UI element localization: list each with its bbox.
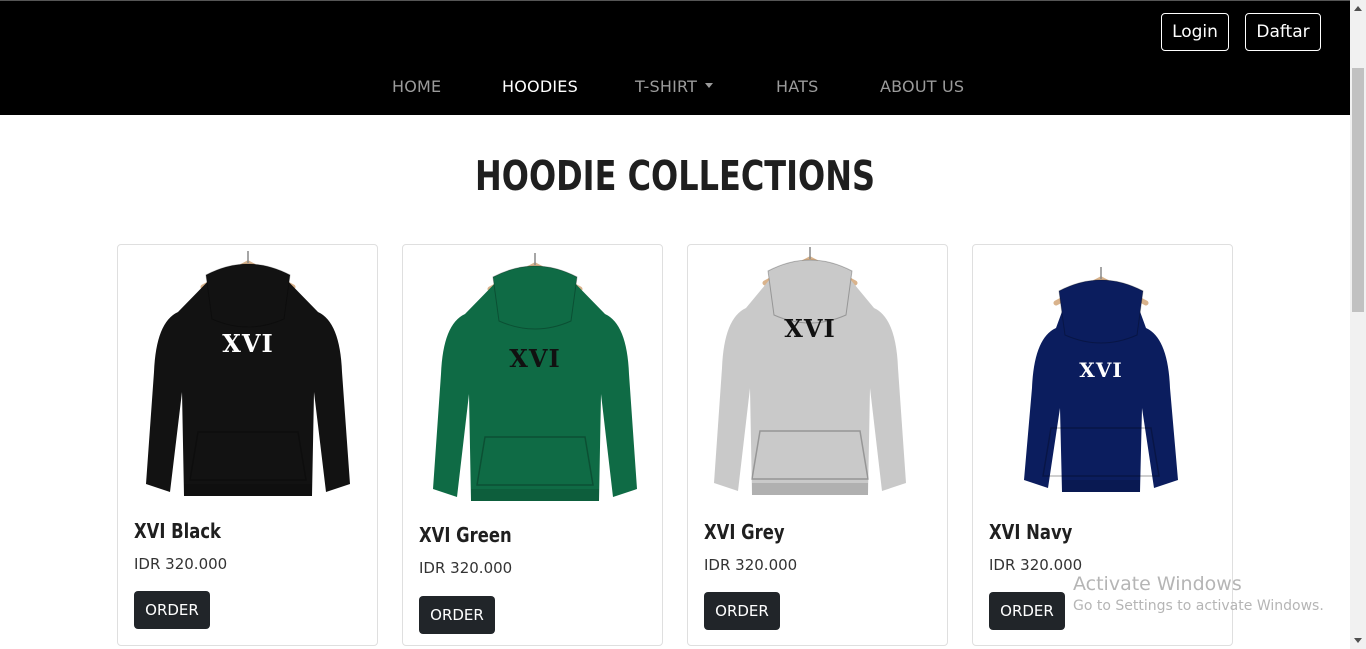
nav-tshirt-label: T-SHIRT	[635, 77, 698, 96]
scroll-up-arrow-icon[interactable]	[1354, 6, 1362, 11]
product-price: IDR 320.000	[134, 555, 228, 573]
hoodie-navy-image: XVI	[1024, 267, 1178, 492]
nav-home-label: HOME	[392, 77, 442, 96]
nav-hats-label: HATS	[776, 77, 819, 96]
nav-hoodies[interactable]: HOODIES	[502, 77, 578, 96]
hoodie-logo: XVI	[509, 344, 560, 373]
top-navbar: Login Daftar HOME HOODIES T-SHIRT HATS A…	[0, 0, 1350, 115]
register-button[interactable]: Daftar	[1245, 13, 1321, 51]
nav-hoodies-label: HOODIES	[502, 77, 578, 96]
scroll-down-arrow-icon[interactable]	[1354, 638, 1362, 643]
hoodie-hem	[752, 483, 868, 495]
hoodie-hem	[1062, 480, 1140, 492]
caret-down-icon	[705, 83, 714, 88]
nav-hats[interactable]: HATS	[776, 77, 818, 96]
activate-windows-subtitle: Go to Settings to activate Windows.	[1073, 598, 1324, 614]
hoodie-logo: XVI	[1079, 358, 1122, 382]
product-card-black: XVI XVI Black IDR 320.000 ORDER	[117, 244, 378, 646]
activate-windows-title: Activate Windows	[1073, 573, 1242, 595]
product-name: XVI Green	[419, 523, 512, 547]
nav-about-us[interactable]: ABOUT US	[880, 77, 964, 96]
hoodie-hood	[492, 265, 578, 330]
page-scrollbar[interactable]	[1350, 0, 1366, 649]
hoodie-hem	[471, 489, 599, 501]
product-card-green: XVI XVI Green IDR 320.000 ORDER	[402, 244, 663, 646]
scrollbar-thumb[interactable]	[1352, 68, 1364, 312]
nav-tshirt-dropdown[interactable]: T-SHIRT	[635, 77, 714, 96]
product-card-grey: XVI XVI Grey IDR 320.000 ORDER	[687, 244, 948, 646]
page-title: HOODIE COLLECTIONS	[475, 152, 875, 200]
product-name: XVI Grey	[704, 520, 785, 544]
product-name: XVI Navy	[989, 520, 1073, 544]
login-button[interactable]: Login	[1161, 13, 1229, 51]
hoodie-green-image: XVI	[433, 253, 637, 501]
product-price: IDR 320.000	[989, 556, 1083, 574]
hoodie-grey-image: XVI	[714, 247, 906, 495]
product-price: IDR 320.000	[419, 559, 513, 577]
hoodie-logo: XVI	[222, 329, 273, 358]
product-name: XVI Black	[134, 519, 221, 543]
product-price: IDR 320.000	[704, 556, 798, 574]
hoodie-logo: XVI	[784, 314, 835, 343]
hoodie-black-image: XVI	[146, 251, 350, 496]
order-button[interactable]: ORDER	[134, 591, 210, 629]
order-button[interactable]: ORDER	[989, 592, 1065, 630]
nav-home[interactable]: HOME	[392, 77, 441, 96]
hoodie-hood	[1058, 279, 1144, 344]
nav-about-label: ABOUT US	[880, 77, 965, 96]
order-button[interactable]: ORDER	[704, 592, 780, 630]
hoodie-hem	[184, 484, 312, 496]
hoodie-hood	[205, 263, 291, 328]
order-button[interactable]: ORDER	[419, 596, 495, 634]
